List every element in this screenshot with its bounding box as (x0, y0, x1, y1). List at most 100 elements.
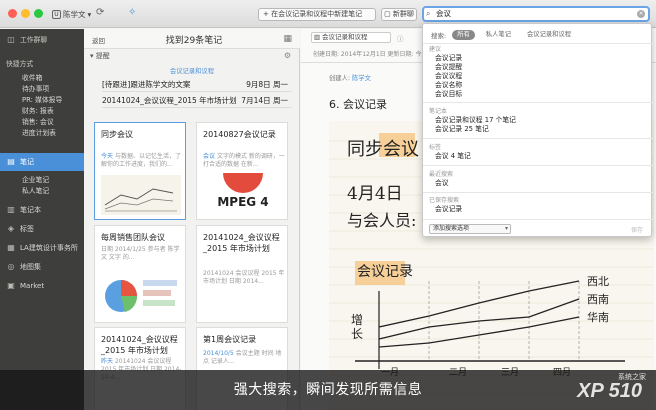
recent-search-item[interactable]: 会议 (423, 179, 653, 188)
view-mode-icon[interactable]: ▦ (283, 34, 292, 44)
sidebar-item-tags[interactable]: ◈ 标签 (0, 222, 84, 236)
notebook-result[interactable]: 会议记录和议程 17 个笔记 (423, 116, 653, 125)
reminder-date: 9月8日 周一 (246, 80, 288, 89)
saved-search-item[interactable]: 会议记录 (423, 205, 653, 214)
scope-notebook[interactable]: 会议记录和议程 (522, 30, 576, 40)
sidebar-item-shortcut[interactable]: 进度计划表 (0, 128, 84, 139)
sidebar-item-label: 地图集 (20, 263, 41, 271)
section-label: 快捷方式 (6, 60, 34, 68)
sidebar-item-label: 笔记 (20, 158, 34, 166)
sidebar-item-label: 进度计划表 (22, 129, 56, 137)
section-heading: 笔记本 (429, 108, 448, 115)
sidebar-item-workchat[interactable]: ◫ 工作群聊 (0, 33, 84, 47)
reminder-title: [待跟进]跟进陈学文的文案 (102, 80, 191, 89)
snippet-date: 今天 (101, 153, 114, 160)
reminders-toggle[interactable]: ▾ 提醒 (84, 50, 300, 62)
account-switcher[interactable]: U 陈学文 ▾ (52, 8, 91, 20)
notebook-icon: ▥ (314, 33, 321, 41)
new-chat-button[interactable]: ▢ 新群聊 (381, 8, 417, 21)
note-title[interactable]: 6. 会议记录 (329, 96, 387, 112)
sidebar-item-shortcut[interactable]: 待办事项 (0, 84, 84, 95)
pie-chart-thumbnail (105, 280, 177, 312)
sidebar-item-shortcut[interactable]: PR: 媒体报导 (0, 95, 84, 106)
close-window-button[interactable] (8, 9, 17, 18)
divider (423, 102, 653, 103)
chat-icon: ◫ (7, 35, 15, 44)
account-name: 陈学文 (63, 9, 86, 19)
scope-all[interactable]: 所有 (452, 29, 475, 40)
suggestion-item[interactable]: 会议议程 (423, 72, 653, 81)
note-list-header: 返回 找到29条笔记 ▦ (84, 29, 300, 49)
sidebar-item-label: LA建筑设计事务所 (20, 244, 78, 252)
notebooks-section: 笔记本 会议记录和议程 17 个笔记 会议记录 25 笔记 (423, 107, 653, 134)
suggestion-item[interactable]: 会议提醒 (423, 63, 653, 72)
divider (423, 192, 653, 193)
new-note-button[interactable]: + 在会议记录和议程中新建笔记 (258, 8, 376, 21)
snippet-date: 2014/10/5 (203, 350, 234, 357)
sidebar-item-shortcut[interactable]: 财务: 报表 (0, 106, 84, 117)
sidebar-item-business-notes[interactable]: 企业笔记 (0, 175, 84, 186)
sync-icon[interactable]: ⟳ (96, 7, 104, 18)
sidebar-item-notes[interactable]: ▤ 笔记 (0, 153, 84, 171)
activity-icon[interactable]: ✧ (128, 7, 136, 18)
sidebar-item-label: Market (20, 282, 45, 290)
add-search-option-dropdown[interactable]: 添加搜索选项 ▾ (429, 224, 511, 234)
note-card-title: 20141024_会议议程_2015 年市场计划 (101, 335, 178, 355)
suggestion-item[interactable]: 会议记录 (423, 54, 653, 63)
sidebar-section-shortcuts: 快捷方式 (0, 57, 84, 71)
note-icon: ▤ (7, 157, 15, 166)
sidebar-item-label: 私人笔记 (22, 187, 50, 195)
reminders-label: 提醒 (95, 52, 110, 60)
reminder-item[interactable]: [待跟进]跟进陈学文的文案 9月8日 周一 (102, 78, 292, 92)
search-input[interactable]: ⌕ 会议 × (422, 6, 650, 22)
sidebar-item-label: 标签 (20, 225, 34, 233)
reminder-item[interactable]: 20141024_会议议程_2015 年市场计划 7月14日 周一 (102, 94, 292, 108)
app-window: U 陈学文 ▾ ⟳ ✧ + 在会议记录和议程中新建笔记 ▢ 新群聊 ⌕ 会议 ×… (0, 0, 656, 410)
note-card[interactable]: 同步会议 今天 与数据、以记忆生活，了解你的工作进度，我们的... (94, 122, 186, 220)
sidebar-item-personal-notes[interactable]: 私人笔记 (0, 186, 84, 197)
sidebar-item-shortcut[interactable]: 销售: 会议 (0, 117, 84, 128)
note-card[interactable]: 20140827会议记录 会议 文字的模式 新的调研，一打合适的数据 在新...… (196, 122, 288, 220)
divider (423, 219, 653, 220)
save-search-button[interactable]: 保存 (631, 225, 643, 234)
notebook-selector[interactable]: ▥ 会议记录和议程 (311, 32, 391, 43)
info-icon[interactable]: ⓘ (397, 33, 404, 43)
suggestion-item[interactable]: 会议目标 (423, 90, 653, 99)
note-card-title: 每周销售团队会议 (101, 233, 165, 242)
sidebar-item-notebooks[interactable]: ▥ 笔记本 (0, 203, 84, 217)
sidebar-item-market[interactable]: ▣ Market (0, 279, 84, 293)
note-card[interactable]: 20141024_会议议程_2015 年市场计划 20141024 会议议程 2… (196, 225, 288, 323)
reminder-title: 20141024_会议议程_2015 年市场计划 (102, 96, 237, 105)
search-scope-bar: 搜索: 所有 私人笔记 会议记录和议程 (431, 29, 576, 40)
sidebar-item-shortcut[interactable]: 收件箱 (0, 73, 84, 84)
reminders-scope: 会议记录和议程 (169, 68, 215, 75)
minimize-window-button[interactable] (21, 9, 30, 18)
creator-name[interactable]: 陈学文 (352, 75, 371, 82)
snippet-date: 昨天 (101, 358, 114, 365)
market-icon: ▣ (7, 281, 15, 290)
hand-series-label: 华南 (587, 311, 609, 324)
sidebar-item-label: 企业笔记 (22, 176, 50, 184)
note-card-snippet: 今天 与数据、以记忆生活，了解你的工作进度，我们的... (101, 153, 183, 169)
clear-search-icon[interactable]: × (637, 10, 645, 18)
gear-icon[interactable]: ⚙ (284, 51, 291, 60)
sidebar-item-label: 销售: 会议 (22, 118, 54, 126)
suggestion-item[interactable]: 会议名称 (423, 81, 653, 90)
promo-caption: 强大搜索，瞬间发现所需信息 (0, 370, 656, 410)
reminder-date: 7月14日 周一 (241, 96, 288, 105)
zoom-window-button[interactable] (34, 9, 43, 18)
back-button[interactable]: 返回 (92, 35, 105, 45)
sidebar-item-la-firm[interactable]: ▦ LA建筑设计事务所 (0, 241, 84, 255)
snippet-text: 与数据、以记忆生活，了解你的工作进度，我们的... (101, 153, 181, 168)
notebook-result[interactable]: 会议记录 25 笔记 (423, 125, 653, 134)
sidebar-item-label: 待办事项 (22, 85, 50, 93)
chevron-down-icon: ▾ (87, 9, 92, 19)
note-card-title: 同步会议 (101, 130, 133, 139)
sidebar-item-atlas[interactable]: ◎ 地图集 (0, 260, 84, 274)
tag-result[interactable]: 会议 4 笔记 (423, 152, 653, 161)
search-icon: ⌕ (426, 9, 431, 18)
sidebar-item-label: 工作群聊 (20, 36, 48, 44)
note-card-title: 第1周会议记录 (203, 335, 257, 344)
scope-personal[interactable]: 私人笔记 (481, 30, 516, 40)
note-card[interactable]: 每周销售团队会议 日期 2014/1/25 参与者 陈学文 文字 的... (94, 225, 186, 323)
